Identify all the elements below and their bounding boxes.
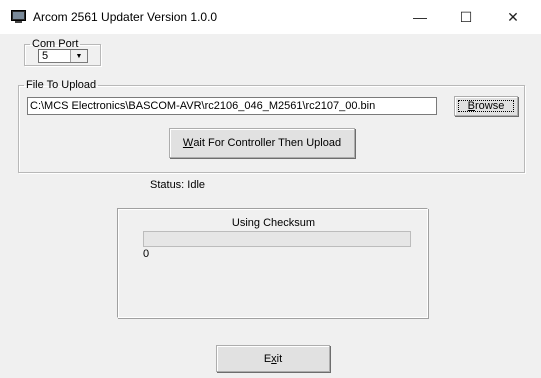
status-text: Status: Idle	[150, 179, 206, 191]
exit-label-pre: E	[263, 352, 272, 365]
com-port-value: 5	[42, 50, 49, 62]
focus-rectangle	[458, 100, 514, 112]
browse-button[interactable]: Browse	[454, 96, 518, 116]
checksum-progress-bar	[143, 231, 411, 247]
exit-button[interactable]: Ex it	[216, 345, 330, 372]
checksum-panel: Using Checksum 0	[117, 208, 428, 318]
monitor-icon	[11, 10, 26, 23]
window-title: Arcom 2561 Updater Version 1.0.0	[33, 10, 218, 24]
upload-mnemonic: W	[182, 137, 194, 149]
title-bar[interactable]: Arcom 2561 Updater Version 1.0.0 — ☐ ✕	[0, 0, 541, 34]
progress-value: 0	[143, 248, 150, 260]
file-upload-legend: File To Upload	[26, 79, 97, 91]
wait-upload-button[interactable]: Wait For Controller Then Upload	[169, 128, 355, 158]
file-upload-group: File To Upload	[18, 80, 525, 173]
checksum-title: Using Checksum	[231, 217, 316, 229]
file-path-input[interactable]: C:\MCS Electronics\BASCOM-AVR\rc2106_046…	[27, 97, 437, 115]
upload-label: ait For Controller Then Upload	[193, 137, 342, 149]
maximize-button[interactable]: ☐	[443, 0, 489, 34]
minimize-button[interactable]: —	[397, 0, 443, 34]
com-port-select[interactable]: 5 ▼	[38, 49, 88, 63]
chevron-down-icon[interactable]: ▼	[70, 50, 87, 62]
close-button[interactable]: ✕	[490, 0, 536, 34]
exit-label-post: it	[276, 352, 283, 365]
